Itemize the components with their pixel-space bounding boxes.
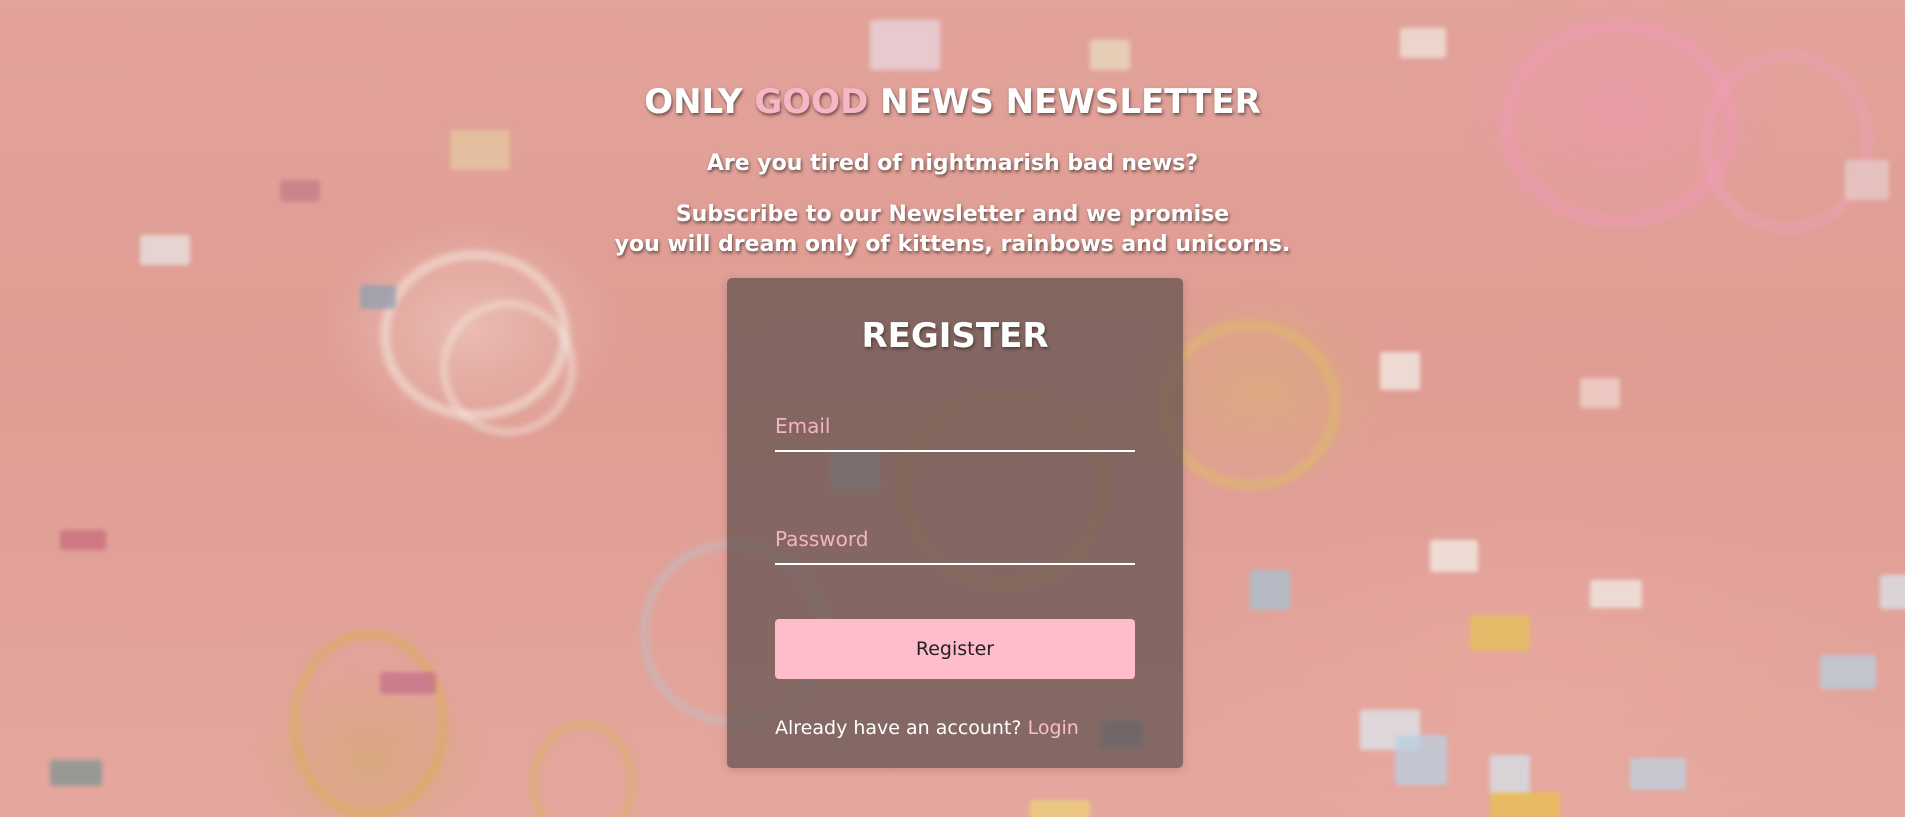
register-card: REGISTER Register Already have an accoun… [727,278,1183,768]
confetti-decoration [280,180,320,202]
confetti-decoration [1430,540,1478,572]
confetti-decoration [1820,655,1876,689]
confetti-decoration [1590,580,1642,608]
page-background: ONLY GOOD NEWS NEWSLETTER Are you tired … [0,0,1905,817]
email-field[interactable] [775,406,1135,452]
ribbon-decoration [290,630,448,817]
confetti-decoration [60,530,106,550]
confetti-decoration [1580,378,1620,408]
confetti-decoration [50,760,102,786]
account-prompt-text: Already have an account? [775,717,1028,739]
title-part-only: ONLY [644,82,755,122]
confetti-decoration [870,20,940,70]
password-field[interactable] [775,519,1135,565]
title-accent-good: GOOD [754,82,869,122]
confetti-decoration [1400,28,1446,58]
login-link[interactable]: Login [1028,717,1079,739]
confetti-decoration [1030,800,1090,817]
ribbon-decoration [440,300,576,436]
confetti-decoration [1090,40,1130,70]
title-part-newsletter: NEWS NEWSLETTER [868,82,1261,122]
confetti-decoration [1490,792,1560,817]
confetti-decoration [380,672,436,694]
promise-line-2: you will dream only of kittens, rainbows… [614,232,1291,257]
login-prompt: Already have an account? Login [775,714,1155,742]
register-title: REGISTER [861,316,1049,356]
confetti-decoration [1395,735,1447,785]
register-button[interactable]: Register [775,619,1135,679]
confetti-decoration [1490,755,1530,795]
confetti-decoration [360,285,396,309]
confetti-decoration [1380,352,1420,390]
confetti-decoration [1250,570,1290,610]
ribbon-decoration [1160,320,1340,490]
confetti-decoration [1630,758,1686,790]
confetti-decoration [1880,575,1905,609]
page-title: ONLY GOOD NEWS NEWSLETTER [0,80,1905,124]
confetti-decoration [1470,615,1530,651]
promise-text: Subscribe to our Newsletter and we promi… [0,200,1905,260]
promise-line-1: Subscribe to our Newsletter and we promi… [675,202,1230,227]
tagline: Are you tired of nightmarish bad news? [706,151,1199,176]
ribbon-decoration [530,720,636,817]
